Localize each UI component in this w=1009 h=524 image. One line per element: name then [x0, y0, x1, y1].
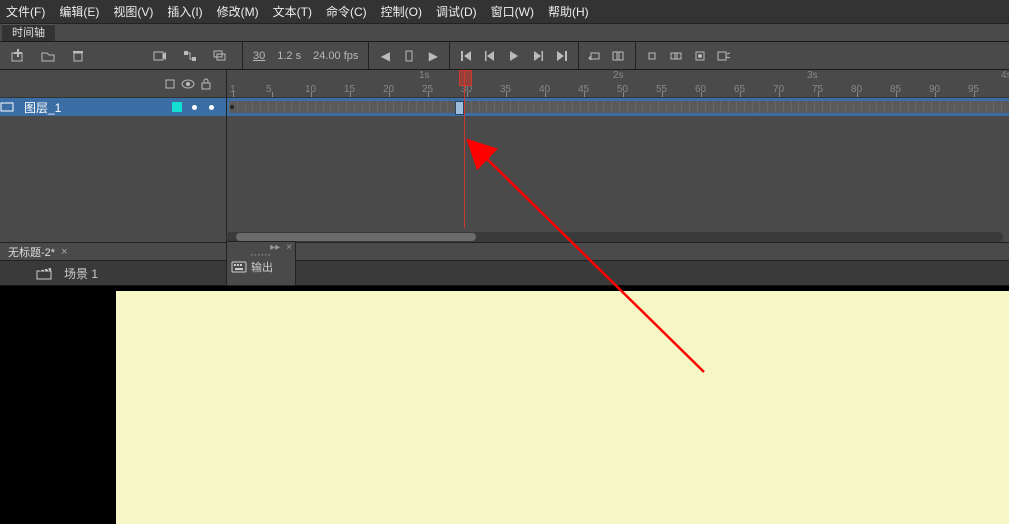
menu-bar: 文件(F) 编辑(E) 视图(V) 插入(I) 修改(M) 文本(T) 命令(C…	[0, 0, 1009, 24]
keyframe-end[interactable]	[455, 101, 464, 115]
onion-skin-icon[interactable]	[611, 48, 627, 64]
highlight-icon[interactable]	[162, 76, 178, 92]
goto-last-icon[interactable]	[554, 48, 570, 64]
scroll-thumb[interactable]	[236, 233, 476, 241]
layer-name: 图层_1	[24, 99, 172, 116]
loop-icon[interactable]	[587, 48, 603, 64]
ruler-second: 3s	[807, 70, 818, 81]
menu-insert[interactable]: 插入(I)	[167, 3, 202, 20]
close-icon[interactable]: ×	[61, 246, 67, 258]
menu-cmd[interactable]: 命令(C)	[326, 3, 367, 20]
layer-row[interactable]: 图层_1	[0, 98, 226, 116]
document-tab[interactable]: 无标题-2* ×	[0, 244, 76, 260]
ruler-frame: 5	[266, 84, 272, 95]
span-left-icon[interactable]: ◀	[377, 48, 393, 64]
current-time: 1.2 s	[277, 50, 301, 62]
insert-keyframe-icon[interactable]	[644, 48, 660, 64]
step-forward-icon[interactable]	[530, 48, 546, 64]
step-back-icon[interactable]	[482, 48, 498, 64]
collapse-icon[interactable]: ▸▸	[270, 242, 280, 253]
output-label: 输出	[251, 259, 273, 275]
menu-help[interactable]: 帮助(H)	[548, 3, 589, 20]
document-tab-bar: 无标题-2* ×	[0, 242, 1009, 261]
camera-icon[interactable]	[152, 48, 168, 64]
menu-view[interactable]: 视图(V)	[113, 3, 153, 20]
new-layer-icon[interactable]	[10, 48, 26, 64]
menu-control[interactable]: 控制(O)	[381, 3, 422, 20]
layer-parent-icon[interactable]	[182, 48, 198, 64]
frames-column[interactable]: 1s2s3s4s15101520253035404550556065707580…	[227, 70, 1009, 242]
current-frame[interactable]: 30	[253, 50, 265, 62]
layer-visible-dot[interactable]	[192, 105, 197, 110]
playhead-handle[interactable]	[459, 70, 472, 86]
goto-first-icon[interactable]	[458, 48, 474, 64]
clapboard-icon[interactable]	[36, 265, 52, 281]
timeline-h-scrollbar[interactable]	[226, 232, 1003, 242]
document-name: 无标题-2*	[8, 244, 55, 260]
close-panel-icon[interactable]: ×	[286, 242, 292, 253]
visibility-icon[interactable]	[180, 76, 196, 92]
frame-ruler[interactable]: 1s2s3s4s15101520253035404550556065707580…	[227, 70, 1009, 98]
keyboard-icon	[231, 261, 247, 273]
panel-tabs: 时间轴	[0, 24, 1009, 42]
play-icon[interactable]	[506, 48, 522, 64]
output-panel-dock[interactable]: ▸▸ × ▪▪▪▪▪▪ 输出	[226, 241, 296, 286]
span-right-icon[interactable]: ▶	[425, 48, 441, 64]
remove-frame-icon[interactable]	[716, 48, 732, 64]
lock-icon[interactable]	[198, 76, 214, 92]
layers-column: 图层_1	[0, 70, 227, 242]
insert-frame-icon[interactable]	[692, 48, 708, 64]
insert-blank-keyframe-icon[interactable]	[668, 48, 684, 64]
span-bracket-icon[interactable]	[401, 48, 417, 64]
timeline-toolbar: 30 1.2 s 24.00 fps ◀ ▶	[0, 42, 1009, 70]
layer-depth-icon[interactable]	[212, 48, 228, 64]
timeline-tab[interactable]: 时间轴	[2, 24, 55, 41]
menu-debug[interactable]: 调试(D)	[436, 3, 477, 20]
menu-modify[interactable]: 修改(M)	[217, 3, 259, 20]
scene-name[interactable]: 场景 1	[64, 265, 98, 282]
stage-canvas[interactable]	[116, 291, 1009, 524]
timeline-area: 图层_1 1s2s3s4s151015202530354045505560657…	[0, 70, 1009, 242]
menu-window[interactable]: 窗口(W)	[491, 3, 534, 20]
fps-readout[interactable]: 24.00 fps	[313, 50, 358, 62]
scene-bar: 场景 1	[0, 261, 1009, 286]
ruler-second: 2s	[613, 70, 624, 81]
keyframe-dot[interactable]	[230, 105, 234, 109]
menu-file[interactable]: 文件(F)	[6, 3, 45, 20]
layer-color-swatch[interactable]	[172, 102, 182, 112]
new-folder-icon[interactable]	[40, 48, 56, 64]
ruler-second: 4s	[1001, 70, 1009, 81]
menu-edit[interactable]: 编辑(E)	[59, 3, 99, 20]
stage-area	[0, 291, 1009, 524]
ruler-second: 1s	[419, 70, 430, 81]
layer-lock-dot[interactable]	[209, 105, 214, 110]
delete-layer-icon[interactable]	[70, 48, 86, 64]
frames-row[interactable]	[227, 98, 1009, 116]
menu-text[interactable]: 文本(T)	[273, 3, 312, 20]
